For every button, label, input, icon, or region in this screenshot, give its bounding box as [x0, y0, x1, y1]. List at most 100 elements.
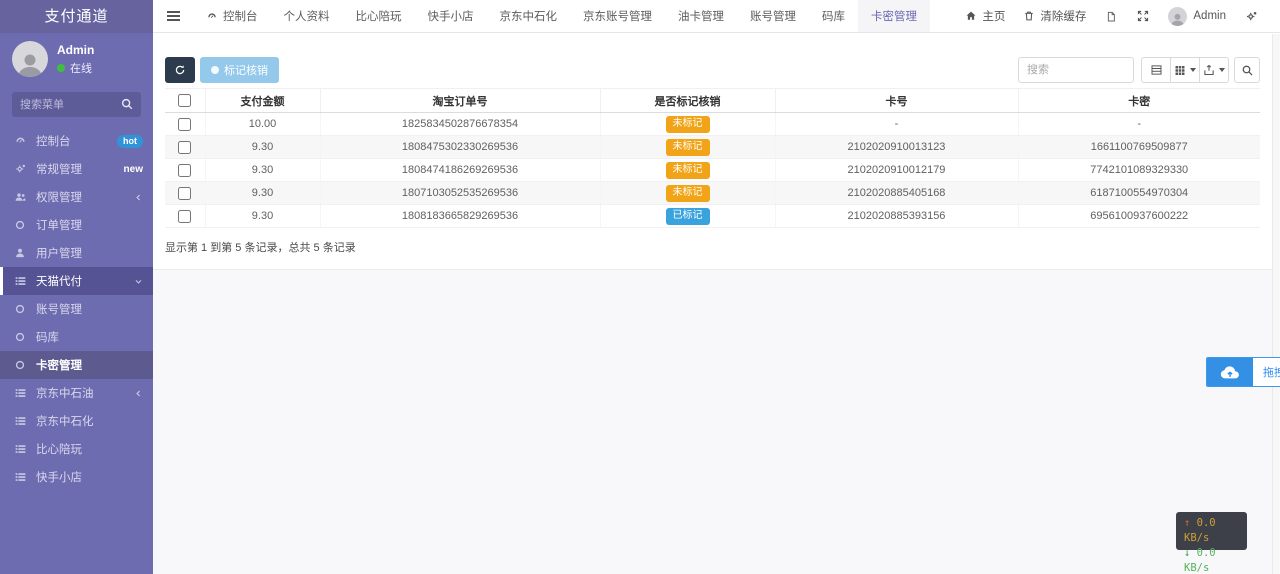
- tab-bixin[interactable]: 比心陪玩: [343, 0, 415, 32]
- list-icon: [14, 275, 28, 288]
- avatar: [12, 41, 48, 77]
- tab-account-mgmt[interactable]: 账号管理: [737, 0, 809, 32]
- gear-icon[interactable]: [1235, 0, 1268, 33]
- tab-profile[interactable]: 个人资料: [271, 0, 343, 32]
- tab-card-secret[interactable]: 卡密管理: [858, 0, 930, 32]
- chevron-left-icon: [134, 389, 143, 398]
- select-all-cell: [165, 88, 206, 113]
- status-badge[interactable]: 未标记: [665, 115, 710, 133]
- hamburger-icon[interactable]: [153, 0, 193, 32]
- columns-button[interactable]: [1170, 57, 1200, 83]
- scrollbar[interactable]: [1272, 34, 1280, 574]
- avatar: [1168, 6, 1188, 26]
- tab-kuaishou[interactable]: 快手小店: [415, 0, 487, 32]
- sidebar-item-bixin[interactable]: 比心陪玩: [0, 435, 153, 463]
- table-search-input[interactable]: [1018, 57, 1134, 83]
- circle-icon: [211, 66, 219, 74]
- tab-jd-accounts[interactable]: 京东账号管理: [570, 0, 665, 32]
- row-checkbox[interactable]: [178, 117, 192, 131]
- sidebar-item-code-bank[interactable]: 码库: [0, 323, 153, 351]
- status-badge[interactable]: 未标记: [665, 161, 710, 179]
- net-speed-widget: ↑ 0.0 KB/s ↓ 0.0 KB/s: [1176, 512, 1247, 574]
- select-all-checkbox[interactable]: [178, 94, 192, 107]
- online-dot-icon: [57, 63, 65, 72]
- sidebar-item-permissions[interactable]: 权限管理: [0, 183, 153, 211]
- sidebar-item-jd-petrochina[interactable]: 京东中石油: [0, 379, 153, 407]
- row-checkbox[interactable]: [178, 186, 192, 200]
- cell-card-no: 2102020910012179: [775, 158, 1019, 182]
- col-order-no: 淘宝订单号: [320, 88, 601, 113]
- col-status: 是否标记核销: [600, 88, 776, 113]
- cell-status: 未标记: [600, 158, 776, 182]
- upload-button[interactable]: [1207, 358, 1253, 386]
- sidebar-item-jd-sinopec[interactable]: 京东中石化: [0, 407, 153, 435]
- home-button[interactable]: 主页: [956, 0, 1014, 33]
- table-row[interactable]: 9.30 1808475302330269536 未标记 21020209100…: [165, 135, 1260, 159]
- upload-label[interactable]: 拖拽上传: [1253, 358, 1280, 386]
- arrow-down-icon: ↓: [1184, 547, 1191, 559]
- sidebar-item-kuaishou[interactable]: 快手小店: [0, 463, 153, 491]
- tab-jd-sinopec[interactable]: 京东中石化: [487, 0, 571, 32]
- expand-icon[interactable]: [1127, 0, 1159, 33]
- cell-order-no: 1825834502876678354: [320, 112, 601, 136]
- col-card-secret: 卡密: [1018, 88, 1260, 113]
- new-badge: new: [123, 163, 143, 175]
- row-checkbox[interactable]: [178, 140, 192, 154]
- status-badge[interactable]: 未标记: [665, 184, 710, 202]
- cell-card-no: 2102020910013123: [775, 135, 1019, 159]
- col-amount: 支付金额: [205, 88, 321, 113]
- content-background: [153, 270, 1272, 574]
- user-status-label: 在线: [70, 62, 92, 75]
- copy-icon[interactable]: [1095, 0, 1127, 33]
- cell-order-no: 1808474186269269536: [320, 158, 601, 182]
- sidebar-item-orders[interactable]: 订单管理: [0, 211, 153, 239]
- cell-card-no: 2102020885393156: [775, 204, 1019, 228]
- sidebar-item-card-secret[interactable]: 卡密管理: [0, 351, 153, 379]
- top-navbar: 控制台 个人资料 比心陪玩 快手小店 京东中石化 京东账号管理 油卡管理 账号管…: [153, 0, 1280, 33]
- table-toolbar: 标记核销: [153, 34, 1272, 88]
- status-badge[interactable]: 已标记: [665, 207, 710, 225]
- sidebar: 支付通道 Admin 在线 搜索菜单 控制台 hot 常规管理 new 权限管理…: [0, 0, 153, 574]
- cogs-icon: [14, 163, 28, 176]
- caret-down-icon: [1190, 68, 1196, 72]
- table-row[interactable]: 9.30 1808474186269269536 未标记 21020209100…: [165, 158, 1260, 182]
- upload-speed: ↑ 0.0 KB/s: [1184, 517, 1216, 544]
- cell-amount: 9.30: [205, 135, 321, 159]
- search-icon: [120, 97, 134, 116]
- export-button[interactable]: [1199, 57, 1229, 83]
- status-badge[interactable]: 未标记: [665, 138, 710, 156]
- drag-upload-widget: 拖拽上传: [1206, 357, 1280, 387]
- sidebar-search: [12, 92, 141, 117]
- table-row[interactable]: 9.30 1808183665829269536 已标记 21020208853…: [165, 204, 1260, 228]
- row-checkbox[interactable]: [178, 163, 192, 177]
- tab-fuel-card[interactable]: 油卡管理: [665, 0, 737, 32]
- sidebar-item-dashboard[interactable]: 控制台 hot: [0, 127, 153, 155]
- cell-card-no: -: [775, 112, 1019, 136]
- cell-amount: 9.30: [205, 204, 321, 228]
- cloud-upload-icon: [1220, 366, 1239, 379]
- cell-status: 未标记: [600, 181, 776, 205]
- table-row[interactable]: 10.00 1825834502876678354 未标记 - -: [165, 112, 1260, 136]
- clear-cache-button[interactable]: 清除缓存: [1014, 0, 1095, 33]
- cell-card-secret: 6956100937600222: [1018, 204, 1260, 228]
- card-view-toggle-button[interactable]: [1141, 57, 1171, 83]
- records-table: 支付金额 淘宝订单号 是否标记核销 卡号 卡密 10.00 1825834502…: [165, 88, 1260, 228]
- sidebar-item-account-mgmt[interactable]: 账号管理: [0, 295, 153, 323]
- sidebar-item-general[interactable]: 常规管理 new: [0, 155, 153, 183]
- sidebar-item-tmall-pay[interactable]: 天猫代付: [0, 267, 153, 295]
- refresh-button[interactable]: [165, 57, 195, 83]
- cell-order-no: 1808475302330269536: [320, 135, 601, 159]
- row-checkbox[interactable]: [178, 209, 192, 223]
- user-icon: [14, 247, 28, 260]
- search-button[interactable]: [1234, 57, 1260, 83]
- table-row[interactable]: 9.30 1807103052535269536 未标记 21020208854…: [165, 181, 1260, 205]
- sidebar-menu: 控制台 hot 常规管理 new 权限管理 订单管理 用户管理 天猫代付 账号管…: [0, 127, 153, 491]
- card-view-icon: [1151, 65, 1161, 75]
- sidebar-item-users[interactable]: 用户管理: [0, 239, 153, 267]
- mark-writeoff-button[interactable]: 标记核销: [200, 57, 279, 83]
- navbar-user[interactable]: Admin: [1159, 0, 1235, 33]
- tab-dashboard[interactable]: 控制台: [193, 0, 271, 32]
- cell-card-secret: 1661100769509877: [1018, 135, 1260, 159]
- tab-code-bank[interactable]: 码库: [809, 0, 858, 32]
- cell-card-no: 2102020885405168: [775, 181, 1019, 205]
